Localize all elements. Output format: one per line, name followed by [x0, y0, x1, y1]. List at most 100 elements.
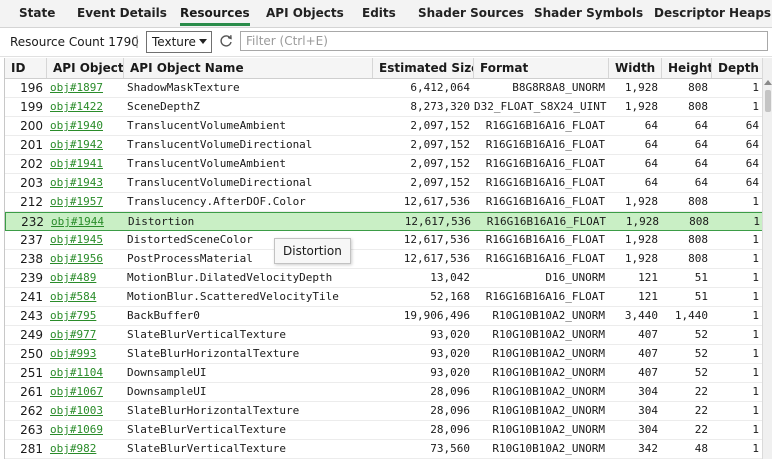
table-row[interactable]: 281 obj#982 SlateBlurVerticalTexture 73,560… [5, 440, 763, 459]
cell-width: 407 [638, 347, 658, 360]
column-header-height[interactable]: Height [662, 58, 712, 78]
cell-api-object-link[interactable]: obj#1956 [47, 250, 124, 268]
column-header-api-object[interactable]: API Object [47, 58, 124, 78]
cell-height: 52 [694, 366, 708, 379]
cell-estimated-size: 19,906,496 [403, 309, 470, 322]
cell-api-object-link[interactable]: obj#584 [47, 288, 124, 306]
scrollbar-thumb[interactable] [765, 90, 771, 112]
cell-api-object-link[interactable]: obj#489 [47, 269, 124, 287]
table-row[interactable]: 262 obj#1003 SlateBlurHorizontalTexture 28,… [5, 402, 763, 421]
vertical-scrollbar[interactable] [762, 58, 772, 459]
table-row[interactable]: 250 obj#993 SlateBlurHorizontalTexture 93,0… [5, 345, 763, 364]
filter-input[interactable] [240, 31, 768, 51]
cell-format: R10G10B10A2_UNORM [492, 366, 605, 379]
column-header-depth[interactable]: Depth [712, 58, 763, 78]
table-row[interactable]: 200 obj#1940 TranslucentVolumeAmbient 2,097… [5, 117, 763, 136]
column-header-format[interactable]: Format [474, 58, 609, 78]
cell-api-object-link[interactable]: obj#1957 [47, 193, 124, 211]
table-row[interactable]: 263 obj#1069 SlateBlurVerticalTexture 28,09… [5, 421, 763, 440]
cell-width: 64 [644, 119, 658, 132]
cell-width: 1,928 [624, 252, 658, 265]
tab-descriptor-heaps[interactable]: Descriptor Heaps [654, 0, 771, 27]
cell-height: 64 [694, 138, 708, 151]
cell-api-object-link[interactable]: obj#1422 [47, 98, 124, 116]
cell-depth: 1 [752, 366, 759, 379]
cell-estimated-size: 28,096 [430, 385, 470, 398]
table-row[interactable]: 237 obj#1945 DistortedSceneColor 12,617,536… [5, 231, 763, 250]
cell-api-object-link[interactable]: obj#1942 [47, 136, 124, 154]
cell-api-object-name: SlateBlurHorizontalTexture [127, 347, 300, 360]
table-row[interactable]: 201 obj#1942 TranslucentVolumeDirectional 2… [5, 136, 763, 155]
cell-api-object-link[interactable]: obj#1944 [48, 213, 125, 231]
cell-api-object-link[interactable]: obj#1941 [47, 155, 124, 173]
table-row[interactable]: 199 obj#1422 SceneDepthZ 8,273,320 D32_FLOAT… [5, 98, 763, 117]
cell-format: R16G16B16A16_FLOAT [485, 176, 605, 189]
cell-api-object-link[interactable]: obj#993 [47, 345, 124, 363]
table-row[interactable]: 203 obj#1943 TranslucentVolumeDirectional 2… [5, 174, 763, 193]
cell-estimated-size: 28,096 [430, 404, 470, 417]
cell-id: 238 [20, 252, 43, 266]
cell-api-object-link[interactable]: obj#795 [47, 307, 124, 325]
cell-api-object-link[interactable]: obj#1067 [47, 383, 124, 401]
tab-bar: State Event Details Resources API Object… [0, 0, 772, 28]
cell-api-object-link[interactable]: obj#982 [47, 440, 124, 458]
column-header-width[interactable]: Width [609, 58, 662, 78]
cell-estimated-size: 28,096 [430, 423, 470, 436]
cell-estimated-size: 73,560 [430, 442, 470, 455]
cell-depth: 64 [745, 176, 759, 189]
cell-api-object-link[interactable]: obj#1943 [47, 174, 124, 192]
cell-id: 262 [20, 404, 43, 418]
cell-width: 1,928 [624, 233, 658, 246]
cell-api-object-name: Distortion [128, 215, 195, 228]
cell-height: 808 [688, 195, 708, 208]
tab-event-details[interactable]: Event Details [77, 0, 167, 27]
cell-api-object-link[interactable]: obj#1945 [47, 231, 124, 249]
tab-shader-symbols[interactable]: Shader Symbols [534, 0, 643, 27]
cell-id: 196 [20, 81, 43, 95]
cell-height: 52 [694, 328, 708, 341]
table-row[interactable]: 261 obj#1067 DownsampleUI 28,096 R10G10B10A2… [5, 383, 763, 402]
cell-api-object-link[interactable]: obj#977 [47, 326, 124, 344]
column-header-id[interactable]: ID [5, 58, 47, 78]
tab-api-objects[interactable]: API Objects [266, 0, 344, 27]
cell-api-object-link[interactable]: obj#1897 [47, 79, 124, 97]
cell-estimated-size: 12,617,536 [403, 233, 470, 246]
refresh-icon[interactable] [218, 33, 234, 49]
resource-type-dropdown[interactable]: Texture [146, 31, 212, 53]
cell-api-object-name: DownsampleUI [127, 385, 207, 398]
tab-edits[interactable]: Edits [362, 0, 396, 27]
cell-api-object-link[interactable]: obj#1069 [47, 421, 124, 439]
cell-depth: 1 [752, 290, 759, 303]
resources-toolbar: Resource Count 1790 | Texture [0, 28, 772, 57]
table-row[interactable]: 249 obj#977 SlateBlurVerticalTexture 93,020… [5, 326, 763, 345]
column-header-estimated-size[interactable]: Estimated Size* [373, 58, 474, 78]
cell-estimated-size: 12,617,536 [403, 195, 470, 208]
cell-api-object-link[interactable]: obj#1003 [47, 402, 124, 420]
cell-width: 304 [638, 423, 658, 436]
table-row[interactable]: 238 obj#1956 PostProcessMaterial 12,617,536… [5, 250, 763, 269]
cell-width: 121 [638, 271, 658, 284]
cell-height: 22 [694, 404, 708, 417]
table-row[interactable]: 202 obj#1941 TranslucentVolumeAmbient 2,097… [5, 155, 763, 174]
table-row[interactable]: 241 obj#584 MotionBlur.ScatteredVelocityTi… [5, 288, 763, 307]
cell-api-object-link[interactable]: obj#1104 [47, 364, 124, 382]
cell-api-object-name: SceneDepthZ [127, 100, 200, 113]
table-row[interactable]: 251 obj#1104 DownsampleUI 93,020 R10G10B10A2… [5, 364, 763, 383]
tab-state[interactable]: State [19, 0, 55, 27]
tab-shader-sources[interactable]: Shader Sources [418, 0, 524, 27]
scroll-up-icon[interactable] [764, 80, 772, 85]
table-row[interactable]: 239 obj#489 MotionBlur.DilatedVelocityDept… [5, 269, 763, 288]
cell-format: D32_FLOAT_S8X24_UINT [474, 100, 607, 113]
cell-width: 407 [638, 328, 658, 341]
table-row-selected[interactable]: 232 obj#1944 Distortion 12,617,536 R16G16B16… [5, 212, 763, 231]
cell-height: 48 [694, 442, 708, 455]
cell-api-object-link[interactable]: obj#1940 [47, 117, 124, 135]
table-row[interactable]: 212 obj#1957 Translucency.AfterDOF.Color 12… [5, 193, 763, 212]
cell-format: R10G10B10A2_UNORM [492, 442, 605, 455]
tab-resources[interactable]: Resources [180, 0, 250, 27]
cell-format: R16G16B16A16_FLOAT [485, 252, 605, 265]
column-header-api-object-name[interactable]: API Object Name [124, 58, 373, 78]
cell-depth: 1 [753, 215, 760, 228]
table-row[interactable]: 196 obj#1897 ShadowMaskTexture 6,412,064 B8G… [5, 79, 763, 98]
table-row[interactable]: 243 obj#795 BackBuffer0 19,906,496 R10G10B10… [5, 307, 763, 326]
